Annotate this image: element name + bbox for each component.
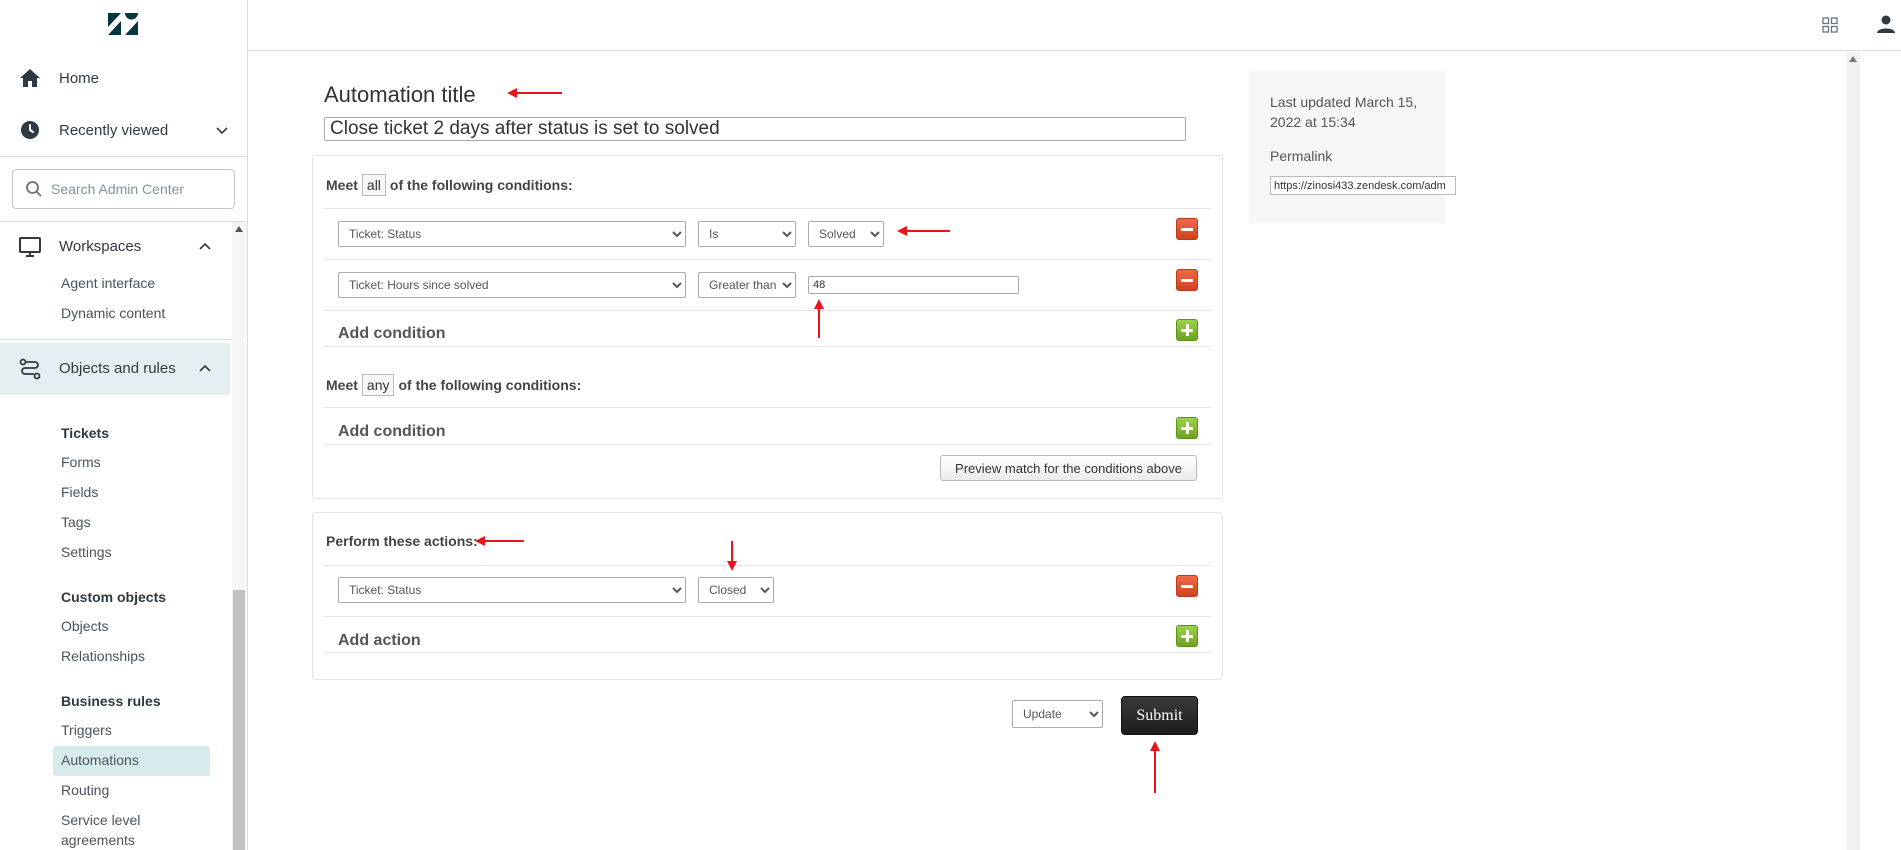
sidebar: Home Recently viewed Workspaces Agent in… <box>0 0 248 850</box>
chevron-up-icon[interactable] <box>198 362 212 376</box>
condition-field-select[interactable]: Ticket: Status <box>338 221 686 247</box>
sidebar-heading-custom-objects: Custom objects <box>61 589 167 605</box>
scroll-up-icon[interactable] <box>1849 56 1857 62</box>
annotation-arrow-left-icon <box>897 226 950 236</box>
apps-grid-icon[interactable] <box>1822 17 1838 33</box>
sidebar-item-settings[interactable]: Settings <box>61 544 112 560</box>
condition-operator-select[interactable]: Is <box>698 221 796 247</box>
nav-objects-and-rules-label: Objects and rules <box>59 360 176 377</box>
sidebar-item-forms[interactable]: Forms <box>61 454 101 470</box>
add-action-button[interactable] <box>1176 625 1198 647</box>
automation-title-heading: Automation title <box>324 82 476 107</box>
condition-operator-select[interactable]: Greater than <box>698 272 796 298</box>
sidebar-item-dynamic-content[interactable]: Dynamic content <box>61 305 165 321</box>
search-input[interactable] <box>51 181 221 197</box>
sidebar-item-fields[interactable]: Fields <box>61 484 98 500</box>
info-panel-gap <box>1445 71 1489 223</box>
permalink-label: Permalink <box>1270 148 1333 164</box>
automation-title-input[interactable] <box>324 117 1186 141</box>
nav-workspaces-label: Workspaces <box>59 238 142 255</box>
remove-condition-button[interactable] <box>1176 218 1198 240</box>
monitor-icon <box>19 237 41 257</box>
meet-suffix: of the following conditions: <box>398 377 582 393</box>
sidebar-item-routing[interactable]: Routing <box>61 782 109 798</box>
row-divider <box>324 208 1211 209</box>
last-updated-text: Last updated March 15, 2022 at 15:34 <box>1270 94 1418 130</box>
sidebar-item-triggers[interactable]: Triggers <box>61 722 112 738</box>
nav-home[interactable]: Home <box>0 52 247 104</box>
user-icon[interactable] <box>1876 14 1896 34</box>
sidebar-scrollbar-thumb[interactable] <box>233 590 245 850</box>
nav-workspaces[interactable]: Workspaces <box>0 221 230 273</box>
nav-objects-and-rules[interactable]: Objects and rules <box>0 343 230 395</box>
search-box[interactable] <box>12 169 235 209</box>
add-condition-label: Add condition <box>338 325 446 342</box>
annotation-arrow-up-icon <box>814 299 824 338</box>
annotation-arrow-left-icon <box>507 88 562 98</box>
annotation-arrow-up-icon <box>1150 741 1160 793</box>
remove-condition-button[interactable] <box>1176 269 1198 291</box>
sidebar-divider <box>0 339 247 340</box>
row-divider <box>324 310 1211 311</box>
sidebar-item-sla-line2[interactable]: agreements <box>61 832 135 848</box>
annotation-arrow-down-icon <box>727 541 737 571</box>
sidebar-item-objects[interactable]: Objects <box>61 618 108 634</box>
row-divider <box>324 444 1211 445</box>
sidebar-heading-tickets: Tickets <box>61 425 109 441</box>
annotation-arrow-left-icon <box>475 536 524 546</box>
row-divider <box>324 346 1211 347</box>
sidebar-item-tags[interactable]: Tags <box>61 514 91 530</box>
meet-prefix: Meet <box>326 177 358 193</box>
row-divider <box>324 616 1211 617</box>
meet-all-label: Meet all of the following conditions: <box>326 174 573 196</box>
meet-any-label: Meet any of the following conditions: <box>326 374 581 396</box>
add-condition-button[interactable] <box>1176 417 1198 439</box>
meet-all-word: all <box>361 174 386 196</box>
action-field-select[interactable]: Ticket: Status <box>338 577 686 603</box>
main-scrollbar[interactable] <box>1846 52 1860 850</box>
sidebar-item-agent-interface[interactable]: Agent interface <box>61 275 155 291</box>
sidebar-item-automations[interactable]: Automations <box>61 752 139 768</box>
clock-icon <box>21 121 39 139</box>
row-divider <box>324 259 1211 260</box>
add-condition-label: Add condition <box>338 423 446 440</box>
nav-recently-viewed[interactable]: Recently viewed <box>0 104 247 156</box>
row-divider <box>324 565 1211 566</box>
condition-field-select[interactable]: Ticket: Hours since solved <box>338 272 686 298</box>
meet-suffix: of the following conditions: <box>389 177 573 193</box>
condition-value-select[interactable]: Solved <box>808 221 884 247</box>
conditions-panel <box>312 155 1223 499</box>
row-divider <box>324 407 1211 408</box>
search-icon <box>26 181 42 197</box>
home-icon <box>20 69 40 87</box>
hours-value-input[interactable] <box>808 276 1019 294</box>
submit-mode-select[interactable]: Update <box>1012 700 1103 728</box>
preview-match-button[interactable]: Preview match for the conditions above <box>940 455 1197 481</box>
remove-action-button[interactable] <box>1176 575 1198 597</box>
chevron-down-icon[interactable] <box>215 123 229 137</box>
chevron-up-icon[interactable] <box>198 240 212 254</box>
row-divider <box>324 652 1211 653</box>
sidebar-item-sla-line1[interactable]: Service level <box>61 812 140 828</box>
scroll-up-icon[interactable] <box>235 226 243 232</box>
sidebar-item-relationships[interactable]: Relationships <box>61 648 145 664</box>
sidebar-heading-business-rules: Business rules <box>61 693 161 709</box>
meet-any-word: any <box>361 374 395 396</box>
add-action-label: Add action <box>338 632 421 649</box>
nav-recently-viewed-label: Recently viewed <box>59 121 169 139</box>
submit-button[interactable]: Submit <box>1121 696 1198 735</box>
top-bar <box>248 0 1901 51</box>
actions-heading: Perform these actions: <box>326 533 478 549</box>
sidebar-divider <box>0 156 247 157</box>
objects-rules-icon <box>19 358 41 380</box>
zendesk-logo[interactable] <box>108 13 138 35</box>
add-condition-button[interactable] <box>1176 319 1198 341</box>
nav-home-label: Home <box>59 69 100 87</box>
permalink-input[interactable] <box>1270 176 1456 195</box>
meet-prefix: Meet <box>326 377 358 393</box>
action-value-select[interactable]: Closed <box>698 577 774 603</box>
